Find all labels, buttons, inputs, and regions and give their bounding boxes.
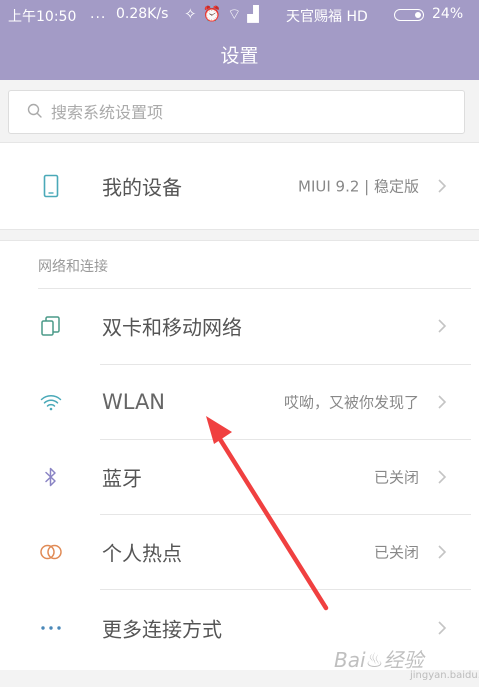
- page-title: 设置: [0, 30, 479, 80]
- battery-level: 24%: [432, 6, 464, 22]
- sidebar-item-wlan[interactable]: WLAN 哎呦，又被你发现了: [0, 365, 479, 439]
- phone-icon: [38, 173, 64, 199]
- device-card: 我的设备 MIUI 9.2 | 稳定版: [0, 142, 479, 230]
- chevron-right-icon: [438, 470, 447, 484]
- status-bar: 上午10:50 ... 0.28K/s ✧⏰⌔▟ 天官赐福 HD 24%: [0, 0, 479, 30]
- search-area: [0, 80, 479, 142]
- watermark-logo: Bai♨经验: [334, 648, 424, 672]
- sidebar-item-dual-sim[interactable]: 双卡和移动网络: [0, 289, 479, 363]
- search-input[interactable]: [51, 91, 451, 133]
- chevron-right-icon: [438, 319, 447, 333]
- divider: [100, 589, 471, 590]
- watermark-url: jingyan.baidu.com: [410, 670, 479, 681]
- wlan-value: 哎呦，又被你发现了: [283, 393, 419, 412]
- network-card: 网络和连接 双卡和移动网络 WLAN 哎呦，又被你发现了 蓝牙 已关闭 个人热点…: [0, 240, 479, 670]
- chevron-right-icon: [438, 621, 447, 635]
- signal-icon: ▟: [247, 5, 265, 23]
- alarm-icon: ⏰: [202, 5, 228, 23]
- vibrate-icon: ✧: [184, 5, 203, 23]
- chevron-right-icon: [438, 395, 447, 409]
- my-device-label: 我的设备: [102, 175, 182, 200]
- more-dots-icon: [38, 615, 64, 641]
- network-speed: 0.28K/s: [116, 6, 169, 22]
- wifi-status-icon: ⌔: [227, 5, 248, 23]
- sidebar-item-bluetooth[interactable]: 蓝牙 已关闭: [0, 440, 479, 514]
- my-device-row[interactable]: 我的设备 MIUI 9.2 | 稳定版: [0, 149, 479, 223]
- bluetooth-value: 已关闭: [373, 468, 419, 487]
- dual-sim-label: 双卡和移动网络: [102, 315, 242, 340]
- hotspot-value: 已关闭: [373, 543, 419, 562]
- wifi-icon: [38, 389, 64, 415]
- sim-cards-icon: [38, 313, 64, 339]
- status-dots: ...: [90, 6, 107, 22]
- sidebar-item-hotspot[interactable]: 个人热点 已关闭: [0, 515, 479, 589]
- carrier-name: 天官赐福 HD: [286, 9, 368, 25]
- hotspot-icon: [38, 539, 64, 565]
- wlan-label: WLAN: [102, 390, 166, 414]
- search-icon: [27, 103, 42, 118]
- hotspot-label: 个人热点: [102, 541, 182, 566]
- section-header-network: 网络和连接: [38, 259, 108, 275]
- my-device-value: MIUI 9.2 | 稳定版: [298, 177, 419, 196]
- search-box[interactable]: [8, 90, 465, 134]
- status-icons: ✧⏰⌔▟: [184, 5, 265, 24]
- battery-icon: [394, 9, 424, 21]
- chevron-right-icon: [438, 179, 447, 193]
- status-time: 上午10:50: [8, 9, 77, 25]
- bluetooth-icon: [38, 464, 64, 490]
- more-connections-label: 更多连接方式: [102, 617, 222, 642]
- bluetooth-label: 蓝牙: [102, 466, 142, 491]
- chevron-right-icon: [438, 545, 447, 559]
